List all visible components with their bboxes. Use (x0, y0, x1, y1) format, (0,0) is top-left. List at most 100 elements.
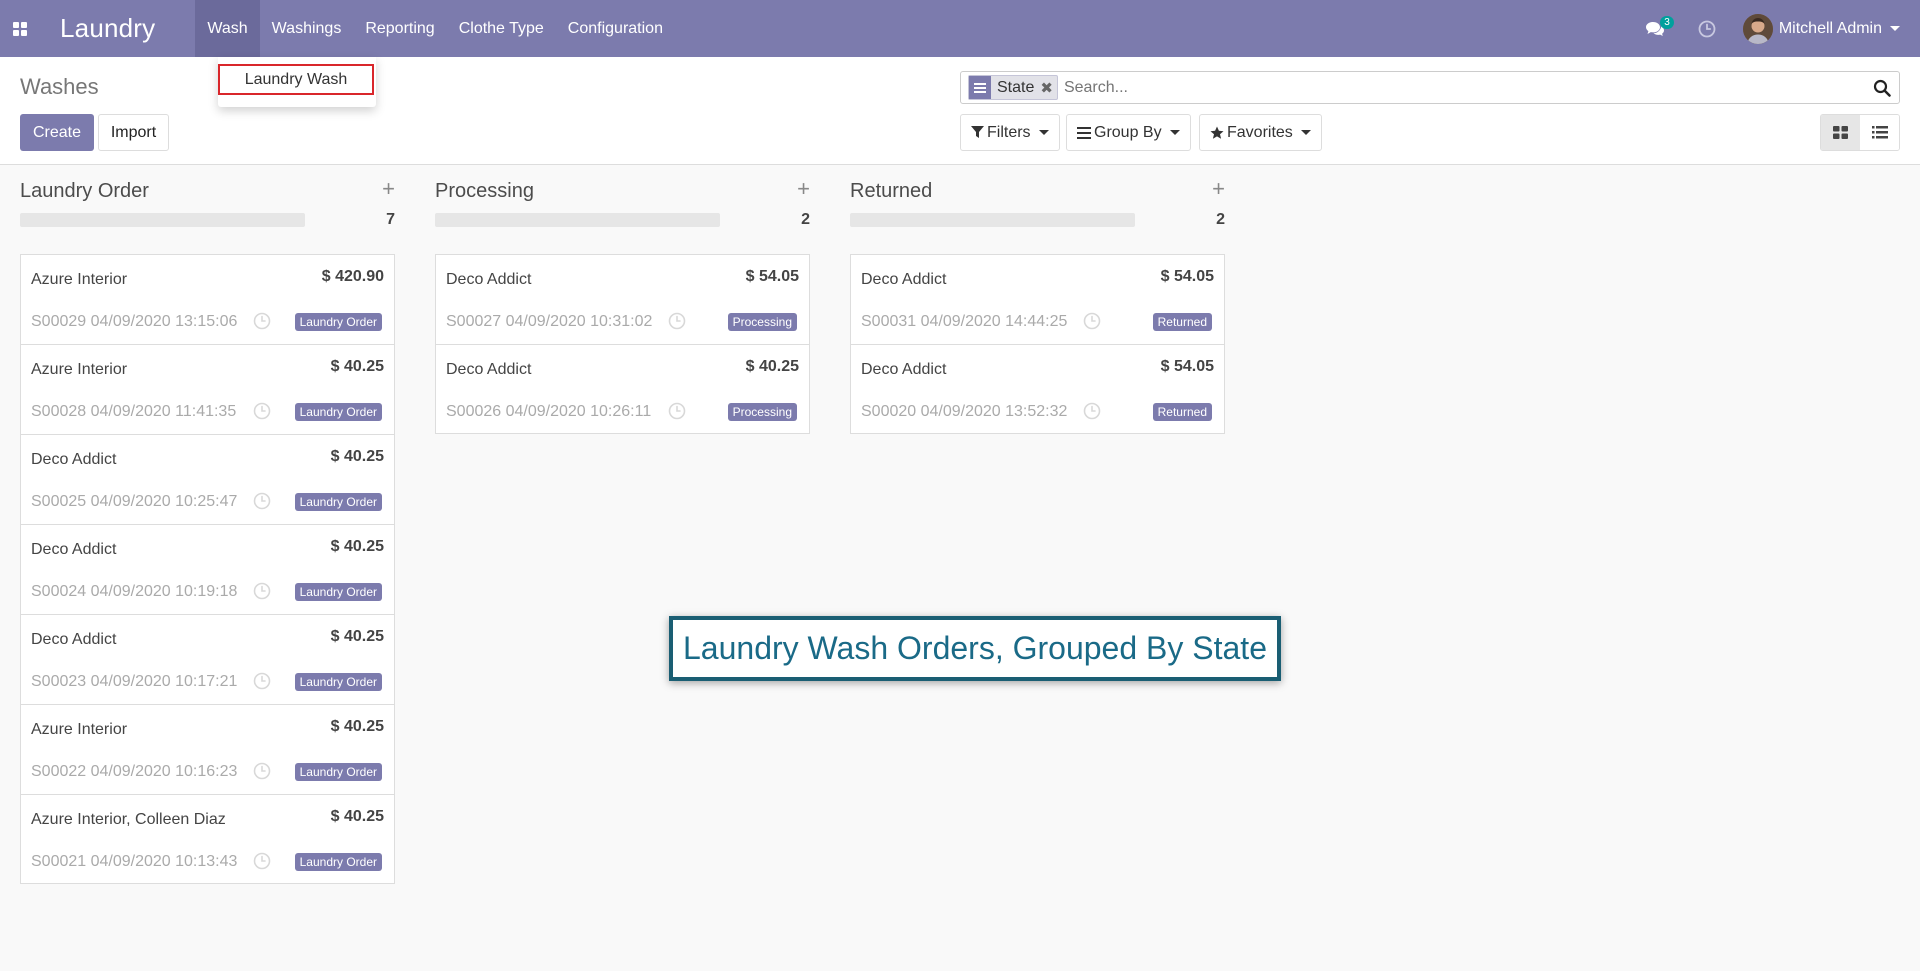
card-amount: $ 40.25 (330, 718, 384, 735)
clock-icon[interactable] (253, 762, 271, 785)
message-count-badge: 3 (1660, 16, 1674, 29)
card-reference: S00029 04/09/2020 13:15:06 (31, 313, 238, 330)
card-customer: Deco Addict (861, 271, 947, 288)
kanban-card[interactable]: Deco Addict $ 40.25 S00026 04/09/2020 10:2… (436, 345, 809, 433)
status-badge: Laundry Order (294, 403, 382, 421)
card-amount: $ 40.25 (330, 448, 384, 465)
kanban-card[interactable]: Azure Interior $ 40.25 S00028 04/09/2020 1… (21, 345, 394, 435)
messaging-button[interactable]: 3 (1635, 0, 1675, 57)
menu-configuration[interactable]: Configuration (556, 0, 675, 57)
kanban-card[interactable]: Deco Addict $ 40.25 S00024 04/09/2020 10:1… (21, 525, 394, 615)
status-badge: Returned (1152, 403, 1212, 421)
apps-menu-icon[interactable] (0, 0, 40, 57)
column-title[interactable]: Returned (850, 180, 932, 203)
column-count: 2 (801, 211, 810, 228)
column-progress-bar[interactable] (435, 213, 720, 227)
user-menu[interactable]: Mitchell Admin (1742, 13, 1920, 44)
clock-icon[interactable] (253, 492, 271, 515)
chevron-down-icon (1300, 130, 1311, 135)
add-card-icon[interactable]: + (1212, 178, 1225, 200)
kanban-card[interactable]: Deco Addict $ 54.05 S00020 04/09/2020 13:5… (851, 345, 1224, 433)
column-title[interactable]: Processing (435, 180, 534, 203)
clock-icon[interactable] (253, 852, 271, 875)
card-amount: $ 40.25 (330, 808, 384, 825)
column-progress-bar[interactable] (850, 213, 1135, 227)
group-by-button[interactable]: Group By (1066, 114, 1191, 151)
card-amount: $ 54.05 (1160, 358, 1214, 375)
facet-label: State (997, 78, 1035, 96)
menu-wash[interactable]: Wash (195, 0, 260, 57)
clock-icon[interactable] (253, 672, 271, 695)
card-customer: Deco Addict (31, 631, 117, 648)
add-card-icon[interactable]: + (382, 178, 395, 200)
column-header: Returned +2 (850, 165, 1225, 228)
navbar-systray: 3 Mitchell Admin (1635, 0, 1920, 57)
app-title[interactable]: Laundry (60, 13, 155, 44)
close-icon[interactable]: ✖ (1040, 79, 1053, 97)
list-view-icon[interactable] (1860, 115, 1899, 150)
status-badge: Laundry Order (294, 763, 382, 781)
column-title[interactable]: Laundry Order (20, 180, 149, 203)
chevron-down-icon (1890, 26, 1900, 31)
search-facet-state[interactable]: State ✖ (968, 75, 1058, 100)
bars-icon (1077, 126, 1091, 139)
clock-icon[interactable] (253, 582, 271, 605)
card-customer: Azure Interior (31, 361, 128, 378)
status-badge: Laundry Order (294, 583, 382, 601)
card-reference: S00025 04/09/2020 10:25:47 (31, 493, 238, 510)
filter-icon (971, 126, 984, 138)
chevron-down-icon (1169, 130, 1180, 135)
activity-button[interactable] (1687, 0, 1727, 57)
search-bar: State ✖ (960, 71, 1900, 104)
clock-icon[interactable] (1083, 402, 1101, 425)
clock-icon[interactable] (1083, 312, 1101, 335)
column-progress-bar[interactable] (20, 213, 305, 227)
kanban-card[interactable]: Azure Interior $ 40.25 S00022 04/09/2020 1… (21, 705, 394, 795)
filters-button[interactable]: Filters (960, 114, 1060, 151)
kanban-card[interactable]: Azure Interior, Colleen Diaz $ 40.25 S0002… (21, 795, 394, 883)
status-badge: Processing (727, 403, 797, 421)
kanban-card[interactable]: Azure Interior $ 420.90 S00029 04/09/2020 … (21, 255, 394, 345)
create-button[interactable]: Create (20, 114, 94, 151)
clock-icon[interactable] (668, 402, 686, 425)
chevron-down-icon (1038, 130, 1049, 135)
clock-icon[interactable] (253, 402, 271, 425)
card-customer: Deco Addict (446, 271, 532, 288)
column-header: Processing +2 (435, 165, 810, 228)
search-icon[interactable] (1865, 72, 1899, 103)
card-amount: $ 40.25 (330, 538, 384, 555)
menu-reporting[interactable]: Reporting (353, 0, 446, 57)
card-list: Azure Interior $ 420.90 S00029 04/09/2020 … (20, 254, 395, 884)
kanban-card[interactable]: Deco Addict $ 40.25 S00023 04/09/2020 10:1… (21, 615, 394, 705)
clock-icon[interactable] (668, 312, 686, 335)
clock-icon[interactable] (253, 312, 271, 335)
page-title: Washes (20, 74, 99, 99)
add-card-icon[interactable]: + (797, 178, 810, 200)
card-amount: $ 40.25 (330, 358, 384, 375)
import-button[interactable]: Import (98, 114, 169, 151)
search-input[interactable] (1057, 78, 1865, 97)
card-reference: S00022 04/09/2020 10:16:23 (31, 763, 238, 780)
status-badge: Laundry Order (294, 493, 382, 511)
favorites-button[interactable]: Favorites (1199, 114, 1322, 151)
status-badge: Laundry Order (294, 853, 382, 871)
annotation-callout: Laundry Wash Orders, Grouped By State (669, 616, 1281, 681)
kanban-column: Processing +2 Deco Addict $ 54.05 S00027 04/… (435, 165, 810, 434)
user-name: Mitchell Admin (1778, 19, 1882, 37)
group-by-label: Group By (1094, 123, 1162, 141)
group-by-icon (969, 76, 991, 99)
kanban-column: Laundry Order +7 Azure Interior $ 420.90 S00… (20, 165, 395, 884)
kanban-card[interactable]: Deco Addict $ 54.05 S00027 04/09/2020 10:3… (436, 255, 809, 345)
card-list: Deco Addict $ 54.05 S00031 04/09/2020 14:4… (850, 254, 1225, 434)
kanban-view-icon[interactable] (1821, 115, 1860, 150)
dropdown-item-laundry-wash[interactable]: Laundry Wash (218, 64, 374, 95)
kanban-card[interactable]: Deco Addict $ 40.25 S00025 04/09/2020 10:2… (21, 435, 394, 525)
card-amount: $ 420.90 (321, 268, 384, 285)
menu-washings[interactable]: Washings (260, 0, 354, 57)
main-menu: Wash Washings Reporting Clothe Type Conf… (195, 0, 675, 57)
card-amount: $ 54.05 (745, 268, 799, 285)
kanban-card[interactable]: Deco Addict $ 54.05 S00031 04/09/2020 14:4… (851, 255, 1224, 345)
card-reference: S00027 04/09/2020 10:31:02 (446, 313, 653, 330)
card-reference: S00023 04/09/2020 10:17:21 (31, 673, 238, 690)
menu-clothe-type[interactable]: Clothe Type (447, 0, 556, 57)
